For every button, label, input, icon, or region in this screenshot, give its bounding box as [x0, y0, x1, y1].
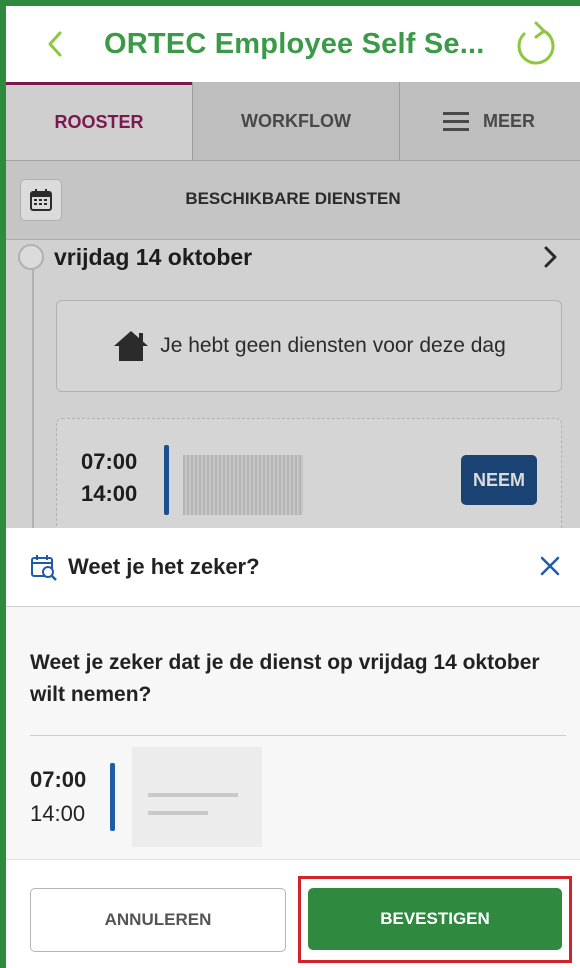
back-button[interactable]	[40, 24, 70, 64]
dialog-redacted-shift-details	[132, 747, 262, 847]
confirm-button[interactable]: BEVESTIGEN	[308, 888, 562, 950]
modal-overlay[interactable]	[6, 82, 580, 528]
dialog-header: Weet je het zeker?	[6, 528, 580, 607]
dialog-title: Weet je het zeker?	[68, 554, 260, 579]
dialog-footer: ANNULEREN BEVESTIGEN	[6, 859, 580, 968]
dialog-question: Weet je zeker dat je de dienst op vrijda…	[30, 651, 540, 706]
dialog-divider	[30, 735, 566, 736]
cancel-button[interactable]: ANNULEREN	[30, 888, 286, 952]
dialog-close-button[interactable]	[536, 552, 564, 580]
chevron-left-icon	[48, 31, 62, 57]
dialog-shift-end-time: 14:00	[30, 801, 86, 826]
dialog-body: Weet je zeker dat je de dienst op vrijda…	[6, 607, 580, 859]
app-bar: ORTEC Employee Self Se...	[6, 6, 580, 82]
confirm-dialog: Weet je het zeker? Weet je zeker dat je …	[6, 528, 580, 968]
close-icon	[540, 556, 560, 576]
app-frame: ORTEC Employee Self Se... ROOSTER WORKFL…	[6, 6, 580, 968]
refresh-button[interactable]	[510, 14, 562, 74]
dialog-shift-start-time: 07:00	[30, 767, 87, 792]
app-title: ORTEC Employee Self Se...	[104, 28, 485, 60]
refresh-icon	[517, 21, 555, 65]
dialog-shift-color-bar	[110, 763, 115, 831]
calendar-search-icon	[31, 555, 57, 581]
